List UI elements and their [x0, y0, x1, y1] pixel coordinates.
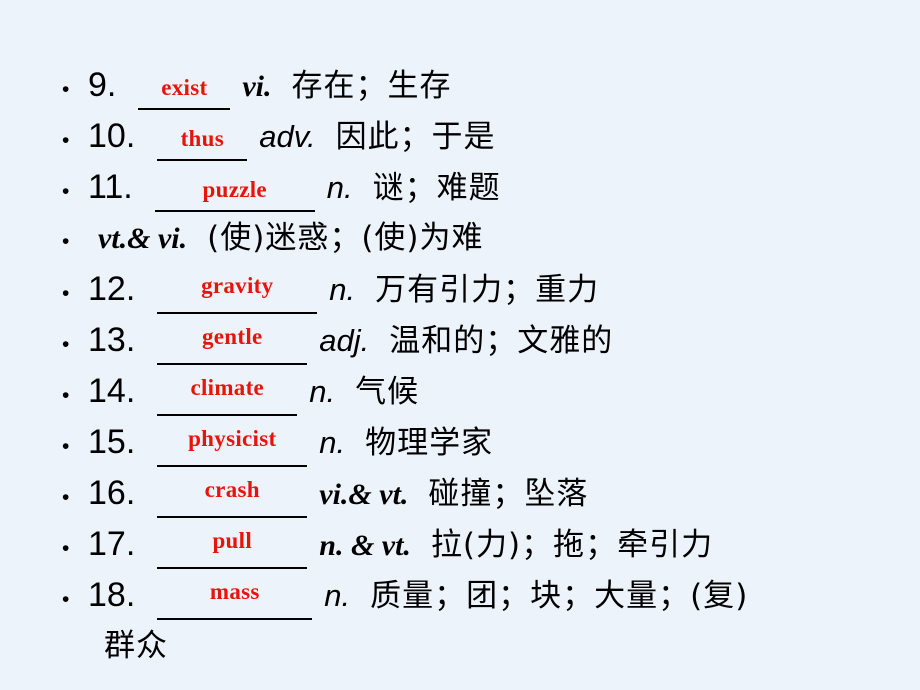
part-of-speech: n. [309, 374, 336, 409]
item-number: 10. [88, 117, 136, 155]
part-of-speech: adv. [259, 119, 316, 154]
bullet-icon: • [62, 282, 70, 305]
vocab-item: • 16. crash vi.& vt. 碰撞；坠落 [62, 468, 920, 519]
vocab-item: • 18. mass n. 质量；团；块；大量；(复) [62, 570, 920, 621]
vocab-item: • 11. puzzle n. 谜；难题 [62, 162, 920, 213]
bullet-icon: • [62, 384, 70, 407]
vocab-item: • 17. pull n. & vt. 拉(力)；拖；牵引力 [62, 519, 920, 570]
chinese-meaning-wrap: 群众 [104, 628, 168, 664]
chinese-meaning: 质量；团；块；大量；(复) [370, 578, 749, 614]
answer-blank[interactable]: puzzle [154, 176, 315, 212]
item-number: 12. [88, 270, 136, 308]
chinese-meaning: 温和的；文雅的 [389, 323, 614, 359]
chinese-meaning: 物理学家 [365, 425, 494, 461]
bullet-icon: • [62, 180, 70, 203]
part-of-speech: n. & vt. [319, 529, 411, 562]
answer-blank[interactable]: physicist [157, 426, 308, 467]
bullet-icon: • [62, 588, 70, 611]
part-of-speech: vi. [242, 70, 272, 103]
answer-blank[interactable]: thus [157, 125, 248, 161]
answer-blank[interactable]: climate [157, 375, 298, 416]
vocab-item: • 12. gravity n. 万有引力；重力 [62, 264, 920, 315]
item-number: 9. [88, 66, 117, 104]
vocabulary-list: • 9. exist vi. 存在；生存 • 10. thus adv. 因此；于是 • 11. puz… [0, 60, 920, 672]
vocab-item: • vt.& vi. (使)迷惑；(使)为难 [62, 213, 920, 264]
part-of-speech: adj. [319, 323, 370, 358]
vocab-item: • 14. climate n. 气候 [62, 366, 920, 417]
answer-word: climate [190, 375, 265, 400]
answer-blank[interactable]: gentle [157, 324, 308, 365]
chinese-meaning: 万有引力；重力 [375, 272, 600, 308]
answer-blank[interactable]: crash [157, 477, 308, 518]
bullet-icon: • [62, 129, 70, 152]
item-number: 17. [88, 525, 136, 563]
bullet-icon: • [62, 78, 70, 101]
answer-word: crash [204, 477, 260, 502]
answer-blank[interactable]: exist [138, 74, 231, 110]
chinese-meaning: 碰撞；坠落 [428, 476, 589, 512]
vocab-item: • 15. physicist n. 物理学家 [62, 417, 920, 468]
answer-word: exist [161, 75, 208, 100]
vocab-item: • 9. exist vi. 存在；生存 [62, 60, 920, 111]
answer-word: gentle [201, 324, 263, 349]
item-number: 11. [88, 168, 133, 206]
answer-word: physicist [188, 426, 277, 451]
bullet-icon: • [62, 435, 70, 458]
bullet-icon: • [62, 333, 70, 356]
chinese-meaning: 拉(力)；拖；牵引力 [430, 527, 714, 563]
answer-word: gravity [201, 273, 274, 298]
chinese-meaning: (使)迷惑；(使)为难 [207, 220, 484, 256]
part-of-speech: n. [324, 578, 351, 613]
part-of-speech: vi.& vt. [319, 478, 409, 511]
part-of-speech: n. [319, 425, 346, 460]
chinese-meaning: 气候 [355, 374, 420, 410]
part-of-speech: n. [326, 170, 353, 205]
answer-word: thus [180, 126, 224, 151]
chinese-meaning: 因此；于是 [335, 119, 496, 155]
item-number: 18. [88, 576, 136, 614]
answer-word: mass [209, 579, 260, 604]
item-number: 14. [88, 372, 136, 410]
vocab-item: • 10. thus adv. 因此；于是 [62, 111, 920, 162]
bullet-icon: • [62, 537, 70, 560]
answer-blank[interactable]: mass [157, 579, 313, 620]
answer-word: puzzle [202, 177, 267, 202]
item-number: 13. [88, 321, 136, 359]
part-of-speech: vt.& vi. [98, 222, 188, 255]
bullet-icon: • [62, 486, 70, 509]
bullet-icon: • [62, 230, 70, 253]
answer-blank[interactable]: gravity [157, 273, 318, 314]
meaning-continuation: 群众 [62, 621, 920, 672]
vocabulary-slide: • 9. exist vi. 存在；生存 • 10. thus adv. 因此；于是 • 11. puz… [0, 0, 920, 690]
answer-blank[interactable]: pull [157, 528, 308, 569]
answer-word: pull [212, 528, 253, 553]
item-number: 15. [88, 423, 136, 461]
part-of-speech: n. [329, 272, 356, 307]
chinese-meaning: 谜；难题 [372, 170, 501, 206]
chinese-meaning: 存在；生存 [291, 68, 452, 104]
vocab-item: • 13. gentle adj. 温和的；文雅的 [62, 315, 920, 366]
item-number: 16. [88, 474, 136, 512]
